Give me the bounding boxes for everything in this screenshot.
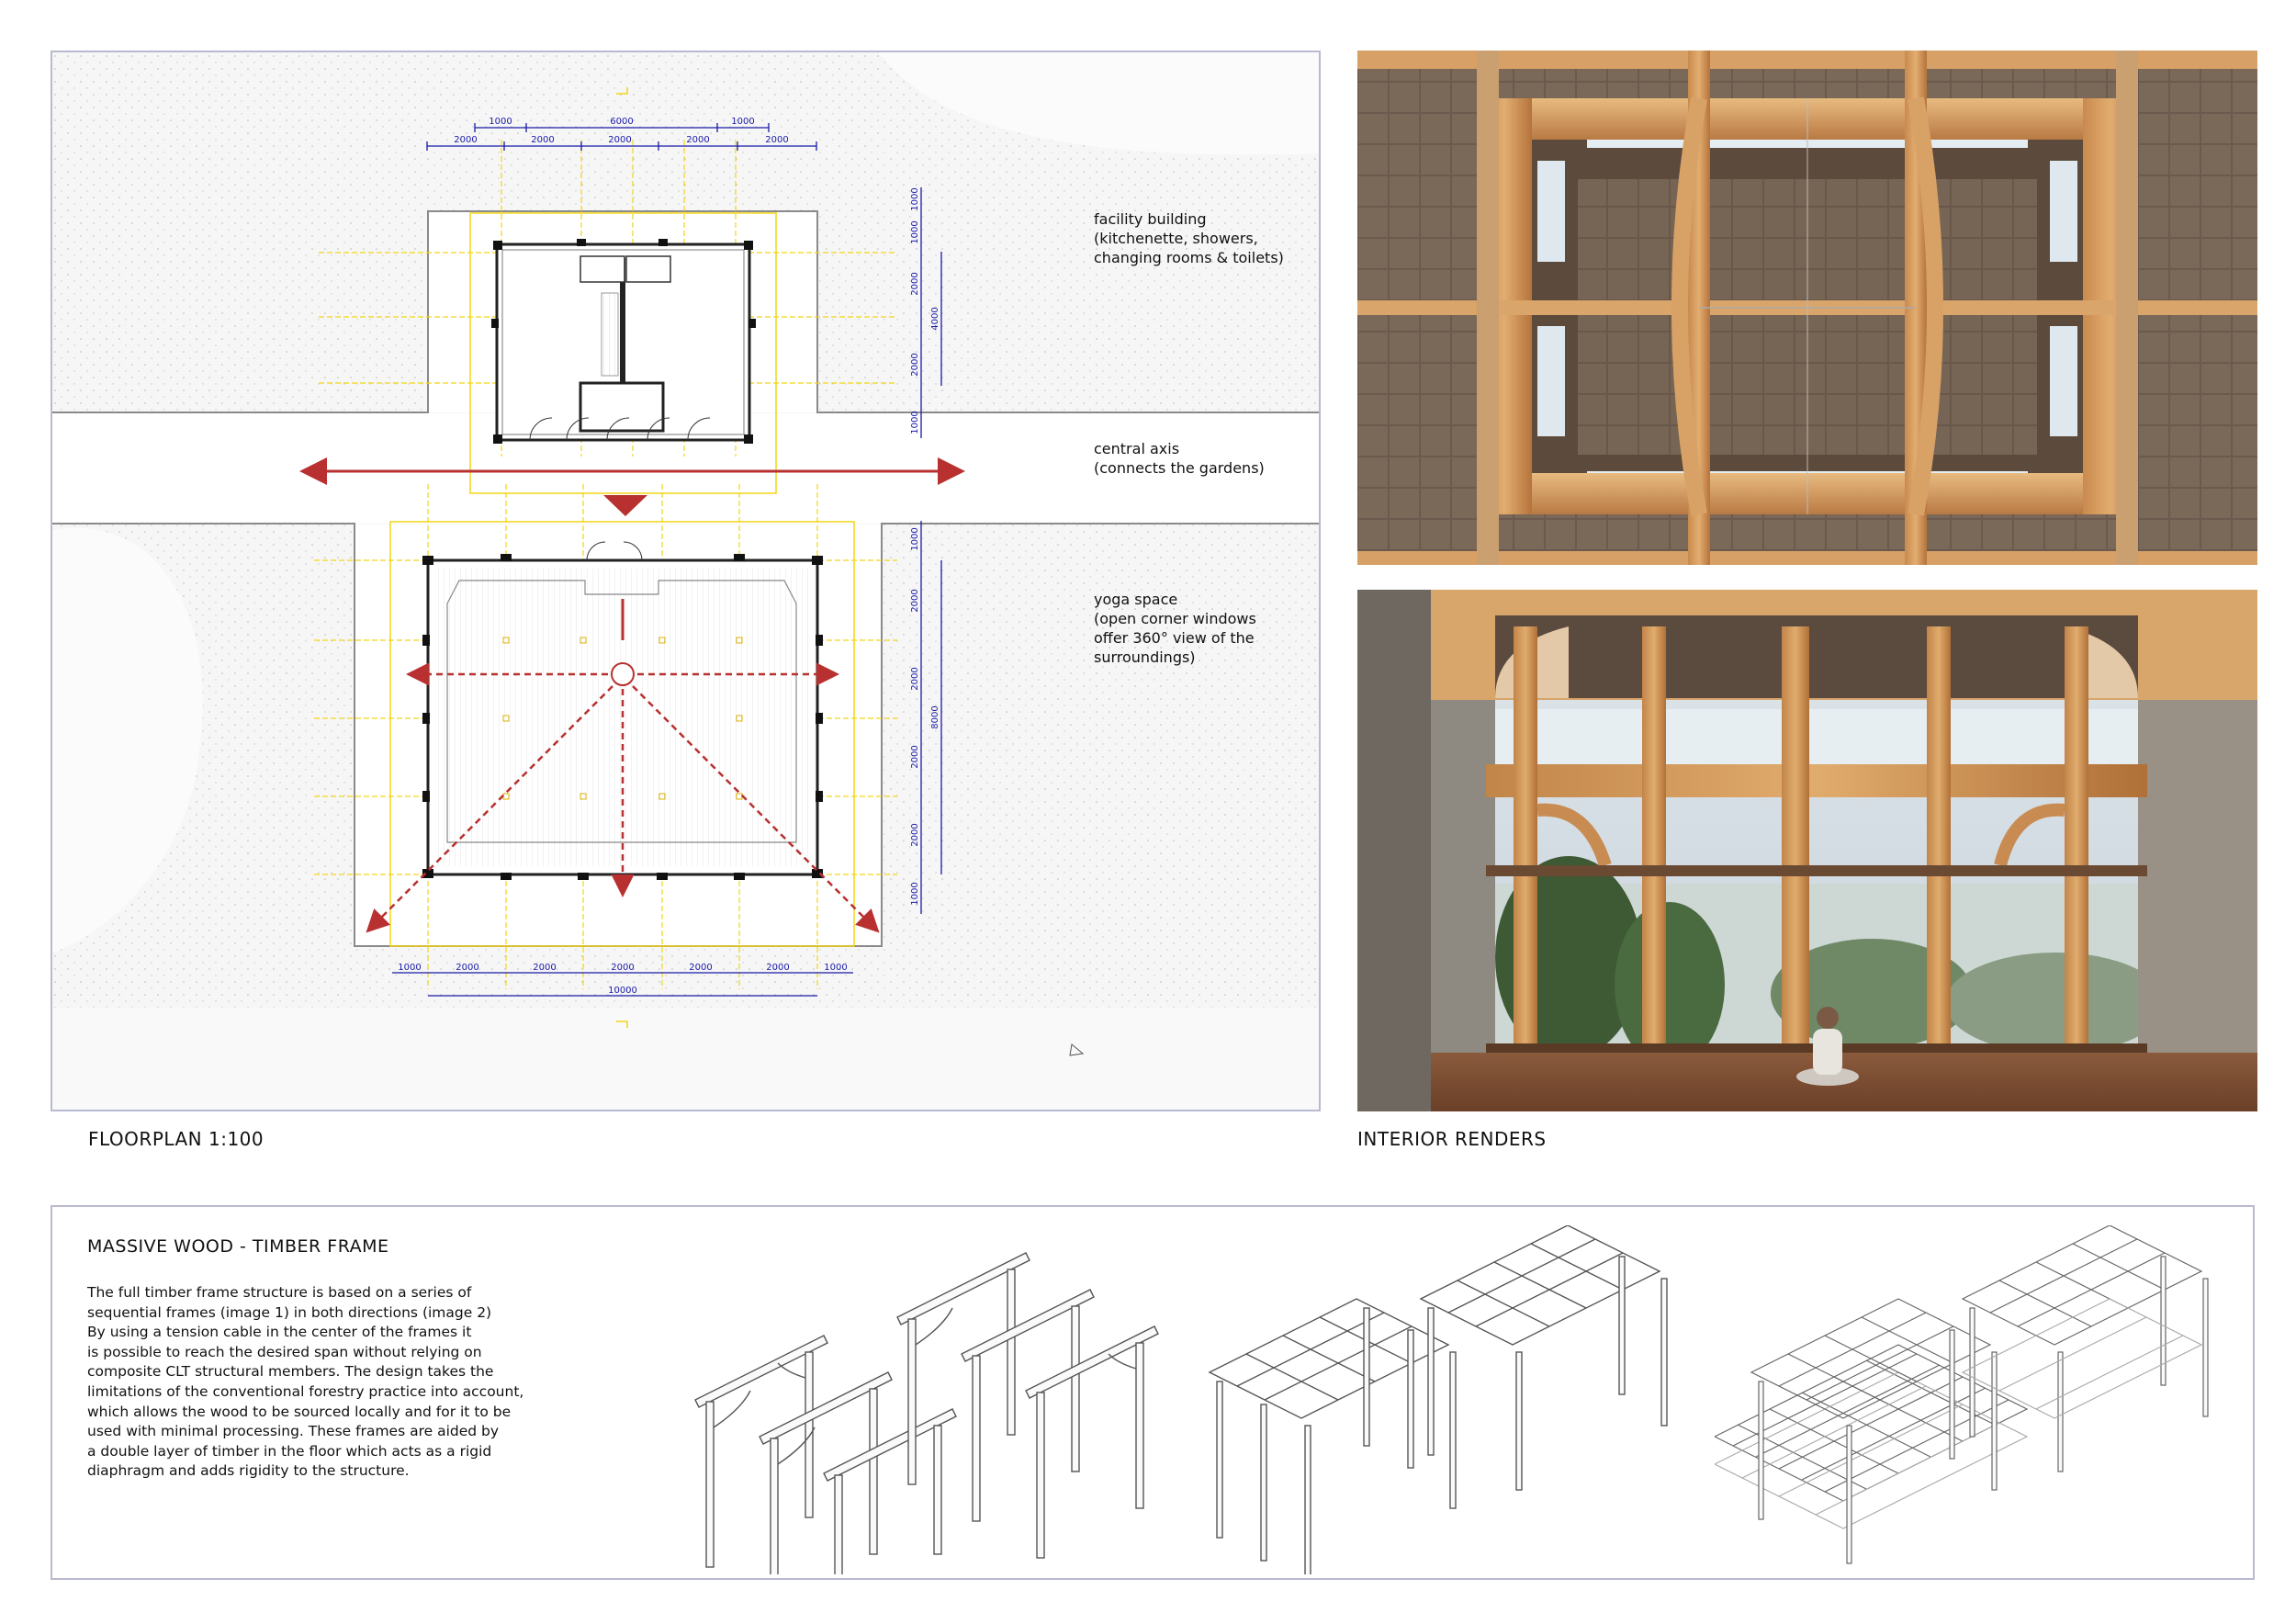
dim-bottom-6: 2000 [766,963,789,973]
dim-right-up-3: 2000 [910,272,920,295]
description-line: used with minimal processing. These fram… [87,1423,500,1440]
dim-top-row2-4: 2000 [686,135,709,145]
dim-bottom-5: 2000 [689,963,712,973]
dim-right-low-total: 8000 [930,705,940,728]
timber-frame-description: The full timber frame structure is based… [87,1283,574,1482]
description-line: is possible to reach the desired span wi… [87,1343,482,1360]
dim-top-row2-3: 2000 [608,135,631,145]
description-line: which allows the wood to be sourced loca… [87,1403,512,1420]
dim-bottom-2: 2000 [456,963,478,973]
ceiling-render-image [1357,51,2257,565]
dim-right-low-5: 2000 [910,823,920,846]
timber-frames-grid-diagram [1208,1225,1668,1574]
dim-top-row2-1: 2000 [454,135,477,145]
dim-bottom-4: 2000 [611,963,634,973]
central-axis-note: central axis (connects the gardens) [1094,440,1265,477]
dim-right-up-4: 2000 [910,353,920,376]
description-line: a double layer of timber in the floor wh… [87,1442,492,1460]
dim-bottom-3: 2000 [533,963,556,973]
description-line: The full timber frame structure is based… [87,1284,472,1301]
timber-frame-panel: MASSIVE WOOD - TIMBER FRAME The full tim… [51,1205,2255,1580]
timber-frames-sequential-diagram [694,1252,1159,1574]
dim-top-row2-2: 2000 [531,135,554,145]
dim-right-low-3: 2000 [910,667,920,690]
renders-caption: INTERIOR RENDERS [1357,1128,1547,1150]
dim-right-up-1: 1000 [910,187,920,210]
ceiling-render [1357,51,2257,565]
dim-right-low-1: 1000 [910,527,920,550]
dim-top-2: 6000 [610,117,633,127]
dim-bottom-7: 1000 [824,963,847,973]
description-line: limitations of the conventional forestry… [87,1382,524,1400]
description-line: composite CLT structural members. The de… [87,1363,494,1381]
dim-right-up-2: 1000 [910,220,920,243]
description-line: sequential frames (image 1) in both dire… [87,1303,492,1321]
dim-right-up-5: 1000 [910,411,920,434]
dim-right-low-4: 2000 [910,745,920,768]
yoga-space-note: yoga space (open corner windows offer 36… [1094,591,1256,666]
site-path-bottom [52,1008,1319,1110]
interior-render-image [1357,590,2257,1111]
dim-top-3: 1000 [731,117,754,127]
dim-top-1: 1000 [489,117,512,127]
dim-right-low-2: 2000 [910,589,920,612]
floorplan-caption: FLOORPLAN 1:100 [88,1128,264,1150]
dim-top-row2-5: 2000 [765,135,788,145]
description-line: By using a tension cable in the center o… [87,1324,472,1341]
facility-note: facility building (kitchenette, showers,… [1094,210,1284,266]
dim-bottom-1: 1000 [398,963,421,973]
dim-bottom-total: 10000 [608,986,637,996]
dim-right-low-6: 1000 [910,882,920,905]
interior-render [1357,590,2257,1111]
timber-frame-title: MASSIVE WOOD - TIMBER FRAME [87,1236,389,1257]
center-point [611,662,635,686]
dim-right-up-total: 4000 [930,307,940,330]
timber-frame-full-structure-diagram [1715,1225,2209,1564]
description-line: diaphragm and adds rigidity to the struc… [87,1462,410,1480]
